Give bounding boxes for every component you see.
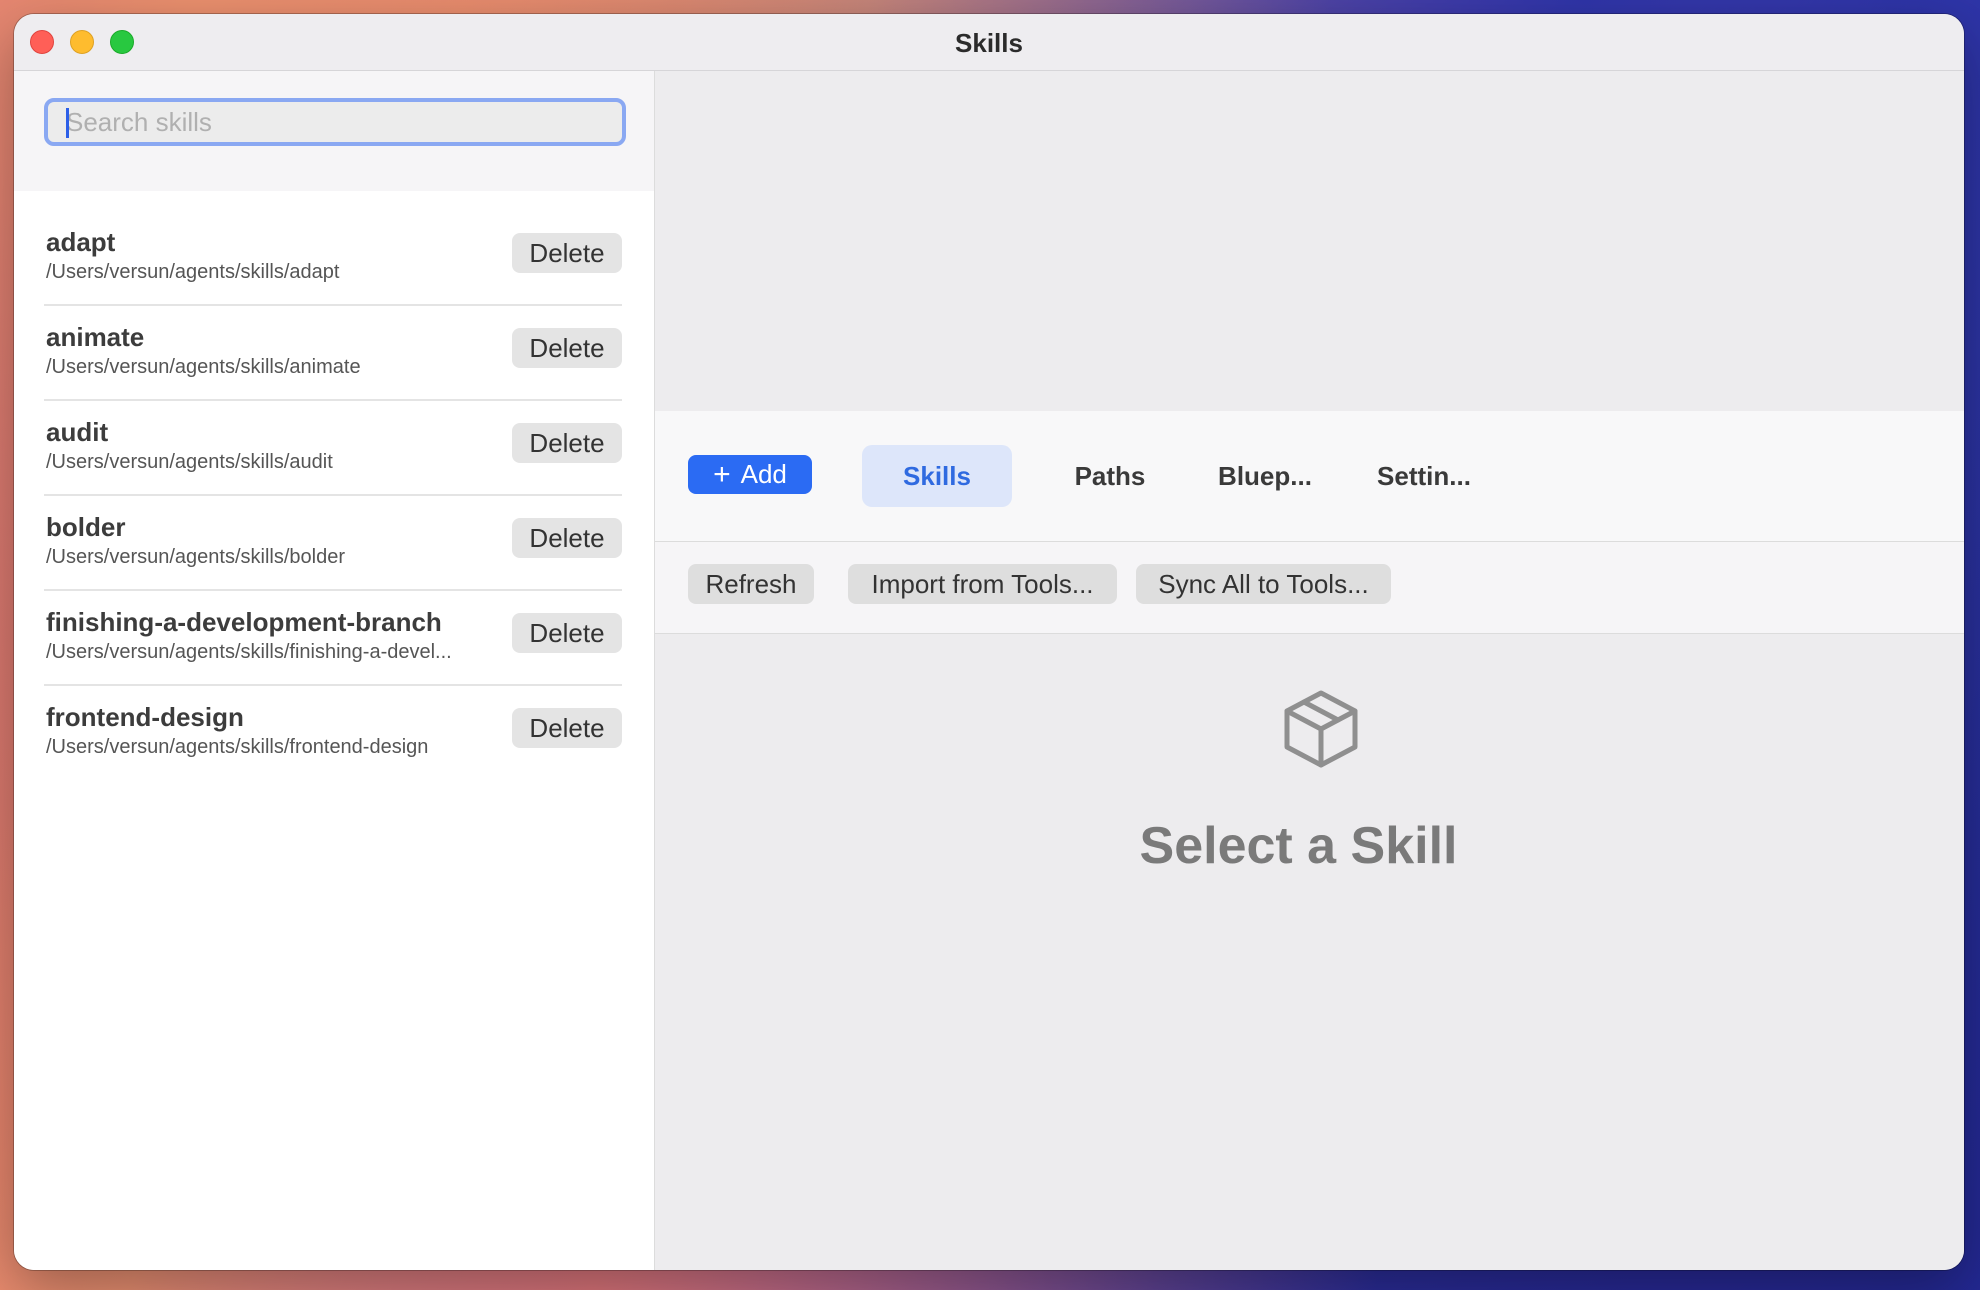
skill-row[interactable]: audit /Users/versun/agents/skills/audit …: [44, 401, 622, 496]
skill-path: /Users/versun/agents/skills/bolder: [46, 546, 346, 568]
tab-blueprints[interactable]: Bluep...: [1190, 445, 1340, 507]
search-field[interactable]: [44, 98, 626, 146]
refresh-button[interactable]: Refresh: [688, 564, 814, 604]
main-toolbar: + Add Skills Paths Bluep... Settin...: [655, 411, 1964, 542]
title-bar: Skills: [14, 14, 1964, 71]
skill-name: adapt: [46, 227, 116, 257]
window-title: Skills: [955, 28, 1023, 58]
skill-row[interactable]: adapt /Users/versun/agents/skills/adapt …: [44, 211, 622, 306]
search-area: [14, 71, 654, 191]
tab-skills[interactable]: Skills: [862, 445, 1012, 507]
tab-settings[interactable]: Settin...: [1349, 445, 1499, 507]
skill-path: /Users/versun/agents/skills/finishing-a-…: [46, 641, 452, 663]
skill-name: frontend-design: [46, 702, 244, 732]
skill-name: animate: [46, 322, 145, 352]
cube-icon: [1283, 689, 1359, 774]
skill-row[interactable]: finishing-a-development-branch /Users/ve…: [44, 591, 622, 686]
delete-button[interactable]: Delete: [512, 423, 622, 463]
tab-paths[interactable]: Paths: [1040, 445, 1180, 507]
add-button-label: Add: [740, 459, 787, 489]
skill-row[interactable]: bolder /Users/versun/agents/skills/bolde…: [44, 496, 622, 591]
import-from-tools-button[interactable]: Import from Tools...: [848, 564, 1117, 604]
skill-path: /Users/versun/agents/skills/audit: [46, 451, 333, 473]
plus-icon: +: [713, 457, 731, 491]
skill-name: bolder: [46, 512, 126, 542]
skill-row[interactable]: animate /Users/versun/agents/skills/anim…: [44, 306, 622, 401]
sidebar: adapt /Users/versun/agents/skills/adapt …: [14, 71, 655, 1270]
search-input[interactable]: [48, 102, 622, 142]
delete-button[interactable]: Delete: [512, 518, 622, 558]
action-bar: Refresh Import from Tools... Sync All to…: [655, 542, 1964, 634]
delete-button[interactable]: Delete: [512, 613, 622, 653]
skill-name: finishing-a-development-branch: [46, 607, 442, 637]
empty-state-text: Select a Skill: [1139, 817, 1458, 875]
skill-path: /Users/versun/agents/skills/animate: [46, 356, 361, 378]
skill-name: audit: [46, 417, 109, 447]
sync-all-to-tools-button[interactable]: Sync All to Tools...: [1136, 564, 1391, 604]
skill-row[interactable]: frontend-design /Users/versun/agents/ski…: [44, 686, 622, 779]
delete-button[interactable]: Delete: [512, 328, 622, 368]
add-button[interactable]: + Add: [688, 455, 812, 494]
app-window: Skills adapt /Users/versun/agents/skills…: [14, 14, 1964, 1270]
text-caret: [66, 108, 69, 138]
skill-path: /Users/versun/agents/skills/frontend-des…: [46, 736, 429, 758]
skills-list: adapt /Users/versun/agents/skills/adapt …: [44, 211, 622, 779]
delete-button[interactable]: Delete: [512, 233, 622, 273]
skill-path: /Users/versun/agents/skills/adapt: [46, 261, 340, 283]
detail-pane: + Add Skills Paths Bluep... Settin... Re…: [655, 71, 1964, 1270]
delete-button[interactable]: Delete: [512, 708, 622, 748]
